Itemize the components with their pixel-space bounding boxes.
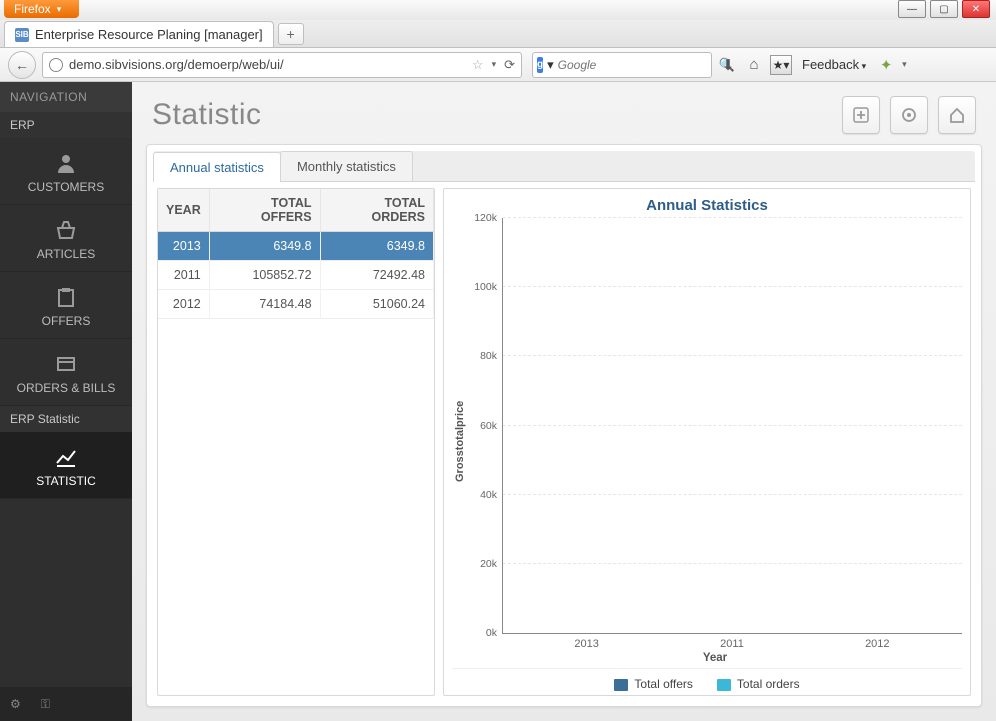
target-icon [900,106,918,124]
search-input[interactable] [558,58,715,72]
sidebar-header: NAVIGATION [0,82,132,112]
chart-xtick: 2013 [542,638,632,650]
home-icon[interactable]: ⌂ [744,56,764,73]
cell-orders: 51060.24 [320,290,433,319]
chart-ytick: 120k [474,212,497,224]
table-row[interactable]: 201274184.4851060.24 [158,290,434,319]
cell-year: 2013 [158,232,209,261]
key-icon[interactable]: ⚿ [41,697,50,712]
annual-statistics-chart: Annual Statistics Grosstotalprice 0k 20k 4… [443,188,971,696]
addon-dropdown-icon[interactable]: ▾ [902,59,907,70]
col-orders[interactable]: TOTAL ORDERS [320,189,433,232]
new-tab-button[interactable]: + [278,23,304,45]
table-row[interactable]: 20136349.86349.8 [158,232,434,261]
sidebar-group-erp[interactable]: ERP [0,112,132,138]
chart-title: Annual Statistics [452,197,962,214]
page-title: Statistic [152,98,262,132]
browser-toolbar: ← ☆ ▾ ⟳ g ▾ 🔍 ⬇ ⌂ ★▾ Feedback ✦ ▾ [0,48,996,82]
home-button[interactable] [938,96,976,134]
browser-tabstrip: SIB Enterprise Resource Planing [manager… [0,20,996,48]
search-bar[interactable]: g ▾ 🔍 [532,52,712,78]
statistics-table[interactable]: YEAR TOTAL OFFERS TOTAL ORDERS 20136349.… [157,188,435,696]
cell-offers: 74184.48 [209,290,320,319]
customers-icon [54,152,78,174]
house-icon [948,106,966,124]
feedback-menu[interactable]: Feedback [798,57,870,72]
browser-tab-title: Enterprise Resource Planing [manager] [35,27,263,42]
basket-icon [54,219,78,241]
chart-x-axis-label: Year [468,652,962,664]
table-row[interactable]: 2011105852.7272492.48 [158,261,434,290]
settings-gear-icon[interactable]: ⚙ [10,697,21,711]
window-maximize-button[interactable]: ▢ [930,0,958,18]
nav-back-button[interactable]: ← [8,51,36,79]
browser-tab[interactable]: SIB Enterprise Resource Planing [manager… [4,21,274,47]
sidebar-item-articles[interactable]: ARTICLES [0,205,132,272]
sidebar-item-offers[interactable]: OFFERS [0,272,132,339]
downloads-icon[interactable]: ⬇ [718,56,738,74]
sidebar: NAVIGATION ERP CUSTOMERS ARTICLES OFFERS… [0,82,132,721]
panel-tabs: Annual statistics Monthly statistics [153,151,975,182]
addon-extension-icon[interactable]: ✦ [876,56,896,74]
sidebar-item-label: STATISTIC [36,474,96,488]
cell-year: 2012 [158,290,209,319]
url-input[interactable] [69,57,466,72]
chart-ytick: 40k [480,489,497,501]
bookmarks-menu-button[interactable]: ★▾ [770,55,792,75]
chart-xtick: 2012 [832,638,922,650]
window-minimize-button[interactable]: — [898,0,926,18]
sidebar-item-orders-bills[interactable]: ORDERS & BILLS [0,339,132,406]
chart-ytick: 0k [486,627,497,639]
chart-ytick: 60k [480,420,497,432]
globe-icon [49,58,63,72]
sidebar-group-erp-statistic[interactable]: ERP Statistic [0,406,132,432]
bookmark-star-icon[interactable]: ☆ [472,57,484,73]
chart-ytick: 20k [480,558,497,570]
col-offers[interactable]: TOTAL OFFERS [209,189,320,232]
reload-button[interactable]: ⟳ [504,57,515,73]
tab-annual-statistics[interactable]: Annual statistics [153,152,281,182]
chart-xtick: 2011 [687,638,777,650]
cell-orders: 6349.8 [320,232,433,261]
legend-item[interactable]: Total offers [614,677,692,691]
sidebar-item-label: OFFERS [42,314,91,328]
sidebar-item-label: ARTICLES [37,247,95,261]
chart-ytick: 80k [480,350,497,362]
cell-offers: 6349.8 [209,232,320,261]
url-bar[interactable]: ☆ ▾ ⟳ [42,52,522,78]
legend-item[interactable]: Total orders [717,677,800,691]
url-history-dropdown-icon[interactable]: ▾ [490,59,499,70]
add-button[interactable] [842,96,880,134]
firefox-menu-button[interactable]: Firefox [4,0,79,18]
chart-ytick: 100k [474,281,497,293]
cell-year: 2011 [158,261,209,290]
refresh-button[interactable] [890,96,928,134]
sidebar-item-label: CUSTOMERS [28,180,104,194]
sidebar-item-statistic[interactable]: STATISTIC [0,432,132,499]
table-header-row: YEAR TOTAL OFFERS TOTAL ORDERS [158,189,434,232]
offers-icon [54,286,78,308]
cell-offers: 105852.72 [209,261,320,290]
col-year[interactable]: YEAR [158,189,209,232]
tab-monthly-statistics[interactable]: Monthly statistics [280,151,413,181]
sidebar-item-customers[interactable]: CUSTOMERS [0,138,132,205]
sidebar-item-label: ORDERS & BILLS [17,381,116,395]
plus-icon [852,106,870,124]
search-engine-icon[interactable]: g [537,57,543,73]
tab-favicon-icon: SIB [15,28,29,42]
statistic-icon [54,446,78,468]
window-close-button[interactable]: ✕ [962,0,990,18]
cell-orders: 72492.48 [320,261,433,290]
orders-icon [54,353,78,375]
search-engine-dropdown-icon[interactable]: ▾ [547,57,554,73]
chart-y-axis-label: Grosstotalprice [452,218,468,664]
